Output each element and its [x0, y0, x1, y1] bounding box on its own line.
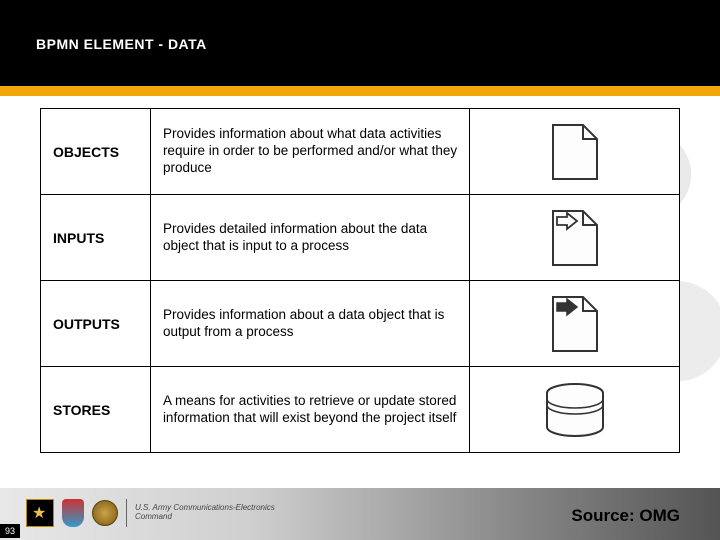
source-label: Source: OMG: [571, 506, 680, 526]
bpmn-data-table: OBJECTS Provides information about what …: [40, 108, 680, 453]
slide-header: BPMN ELEMENT - DATA: [0, 0, 720, 86]
content-area: OBJECTS Provides information about what …: [40, 108, 680, 453]
row-objects-desc: Provides information about what data act…: [150, 109, 469, 195]
row-inputs-name: INPUTS: [41, 195, 151, 281]
table-row: OBJECTS Provides information about what …: [41, 109, 680, 195]
row-inputs-desc: Provides detailed information about the …: [150, 195, 469, 281]
row-objects-name: OBJECTS: [41, 109, 151, 195]
data-store-icon: [540, 381, 610, 439]
row-inputs-icon-cell: [470, 195, 680, 281]
org-name-text: U.S. Army Communications-Electronics Com…: [135, 504, 285, 522]
round-seal-logo-icon: [92, 500, 118, 526]
row-stores-desc: A means for activities to retrieve or up…: [150, 367, 469, 453]
row-objects-icon-cell: [470, 109, 680, 195]
logo-separator: [126, 499, 127, 527]
row-outputs-name: OUTPUTS: [41, 281, 151, 367]
slide-title: BPMN ELEMENT - DATA: [0, 0, 720, 52]
data-object-icon: [549, 121, 601, 183]
page-number: 93: [0, 524, 20, 538]
slide: BPMN ELEMENT - DATA OBJECTS Provides inf…: [0, 0, 720, 540]
row-stores-name: STORES: [41, 367, 151, 453]
table-row: OUTPUTS Provides information about a dat…: [41, 281, 680, 367]
table-row: STORES A means for activities to retriev…: [41, 367, 680, 453]
table-row: INPUTS Provides detailed information abo…: [41, 195, 680, 281]
row-stores-icon-cell: [470, 367, 680, 453]
accent-bar: [0, 86, 720, 96]
shield-logo-icon: [62, 499, 84, 527]
army-star-logo-icon: [26, 499, 54, 527]
row-outputs-desc: Provides information about a data object…: [150, 281, 469, 367]
row-outputs-icon-cell: [470, 281, 680, 367]
data-input-icon: [549, 207, 601, 269]
data-output-icon: [549, 293, 601, 355]
footer-logos: U.S. Army Communications-Electronics Com…: [26, 496, 285, 530]
